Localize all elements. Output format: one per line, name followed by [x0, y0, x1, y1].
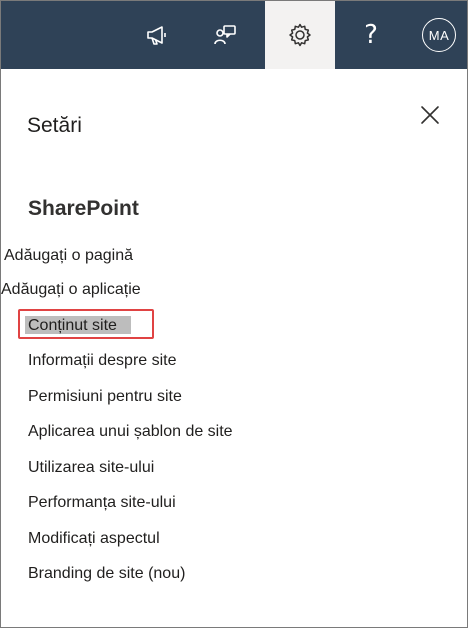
- help-button[interactable]: ?: [341, 1, 401, 69]
- menu-item-site-usage[interactable]: Utilizarea site-ului: [28, 458, 154, 478]
- settings-window: ? MA Setări SharePoint Adăugați o pagină…: [0, 0, 468, 628]
- gear-icon: [287, 22, 313, 48]
- menu-item-add-app[interactable]: Adăugați o aplicație: [1, 280, 141, 300]
- suite-header: ? MA: [1, 1, 467, 69]
- chat-feedback-icon: [213, 24, 237, 46]
- close-icon: [420, 105, 440, 130]
- menu-item-site-branding[interactable]: Branding de site (nou): [28, 564, 185, 584]
- menu-item-site-permissions[interactable]: Permisiuni pentru site: [28, 387, 182, 407]
- account-button[interactable]: MA: [409, 1, 467, 69]
- close-button[interactable]: [417, 104, 443, 130]
- menu-item-apply-site-template[interactable]: Aplicarea unui șablon de site: [28, 422, 233, 442]
- panel-title: Setări: [27, 114, 82, 137]
- help-icon: ?: [364, 20, 378, 50]
- settings-button[interactable]: [265, 1, 335, 69]
- section-title-sharepoint: SharePoint: [28, 197, 139, 220]
- menu-item-site-information[interactable]: Informații despre site: [28, 351, 177, 371]
- menu-item-site-performance[interactable]: Performanța site-ului: [28, 493, 176, 513]
- announcements-button[interactable]: [127, 1, 187, 69]
- menu-item-change-look[interactable]: Modificați aspectul: [28, 529, 160, 549]
- avatar: MA: [422, 18, 456, 52]
- megaphone-icon: [145, 24, 169, 46]
- feedback-button[interactable]: [195, 1, 255, 69]
- menu-item-add-page[interactable]: Adăugați o pagină: [4, 246, 133, 266]
- menu-item-site-contents[interactable]: Conținut site: [28, 316, 117, 336]
